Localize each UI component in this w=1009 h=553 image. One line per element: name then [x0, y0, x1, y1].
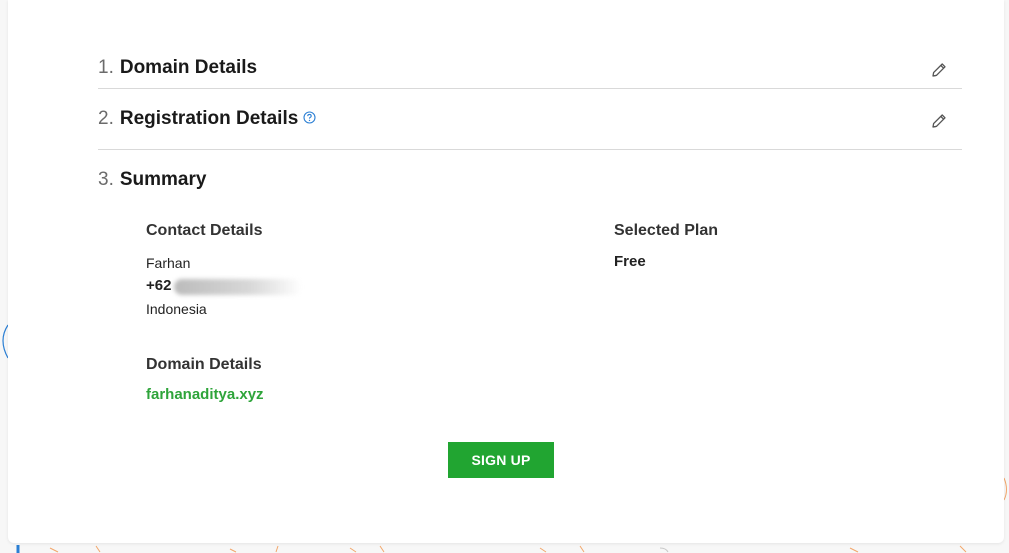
- question-circle-icon[interactable]: [303, 111, 316, 125]
- step-registration-details: 2. Registration Details: [98, 106, 962, 136]
- divider: [98, 88, 962, 89]
- step-summary: 3. Summary: [98, 167, 962, 197]
- contact-details-label: Contact Details: [146, 222, 263, 239]
- selected-plan-value: Free: [614, 253, 646, 270]
- domain-details-label: Domain Details: [146, 356, 262, 373]
- step-label: Summary: [119, 169, 207, 190]
- step-number: 2.: [98, 108, 114, 129]
- step-label: Registration Details: [119, 108, 299, 129]
- selected-plan-label: Selected Plan: [614, 222, 719, 239]
- step-domain-details: 1. Domain Details: [98, 55, 962, 85]
- step-title: 3. Summary: [98, 169, 206, 191]
- signup-card: 1. Domain Details 2. Registration Details …: [8, 0, 1004, 543]
- step-title: 1. Domain Details: [98, 57, 257, 79]
- pencil-icon[interactable]: [930, 61, 948, 79]
- redacted-phone-number: [174, 279, 302, 295]
- step-title: 2. Registration Details: [98, 108, 316, 130]
- step-label: Domain Details: [119, 57, 258, 78]
- step-number: 3.: [98, 169, 114, 190]
- pencil-icon[interactable]: [930, 112, 948, 130]
- divider: [98, 149, 962, 150]
- domain-name-link[interactable]: farhanaditya.xyz: [146, 386, 264, 403]
- sign-up-button[interactable]: SIGN UP: [448, 442, 554, 478]
- contact-country: Indonesia: [146, 301, 207, 317]
- step-number: 1.: [98, 57, 114, 78]
- contact-name: Farhan: [146, 255, 191, 271]
- contact-phone-prefix: +62: [146, 277, 172, 294]
